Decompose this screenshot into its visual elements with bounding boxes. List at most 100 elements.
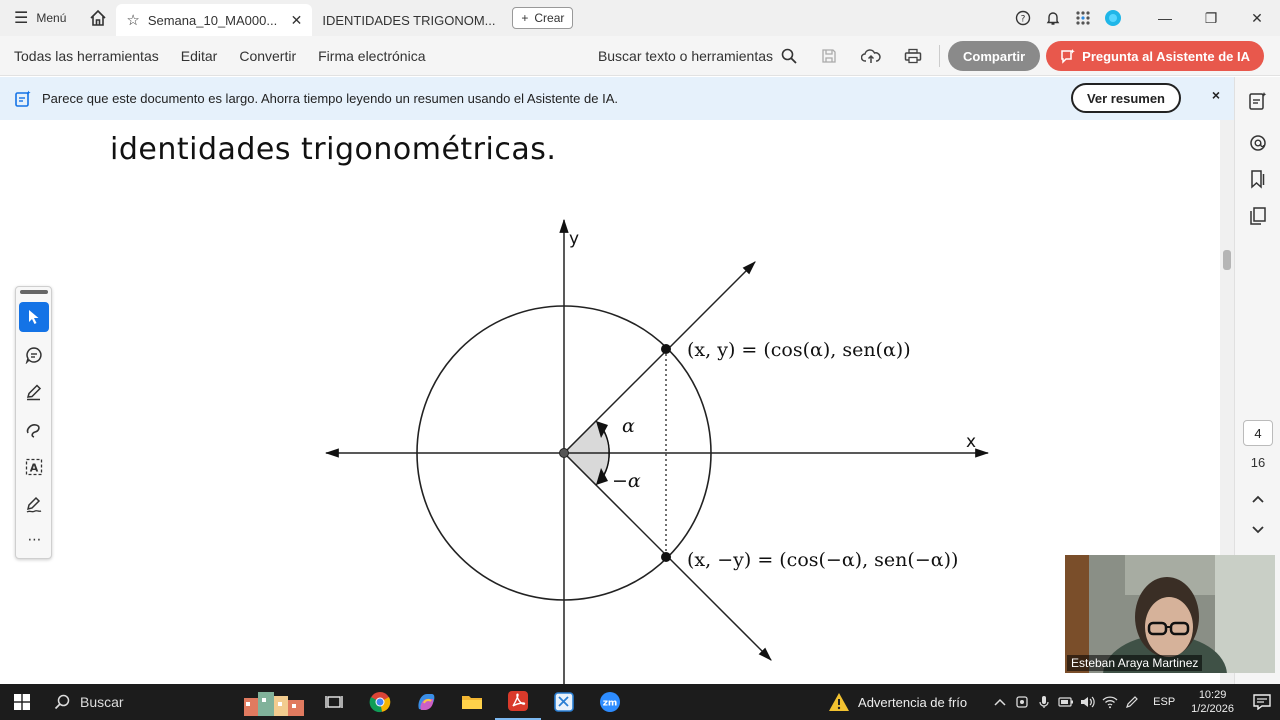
system-clock[interactable]: 10:29 1/2/2026 xyxy=(1191,688,1234,716)
tab-title: IDENTIDADES TRIGONOM... xyxy=(322,12,496,28)
draw-tool-button[interactable] xyxy=(19,415,49,445)
notifications-button[interactable] xyxy=(1244,684,1280,720)
search-tools[interactable]: Buscar texto o herramientas xyxy=(598,48,797,64)
menu-all-tools[interactable]: Todas las herramientas xyxy=(0,48,170,64)
comment-tool-button[interactable] xyxy=(19,340,49,370)
copilot-app[interactable] xyxy=(403,684,449,720)
scrollbar-thumb[interactable] xyxy=(1223,250,1231,270)
view-summary-button[interactable]: Ver resumen xyxy=(1070,83,1181,113)
sign-tool-button[interactable] xyxy=(19,490,49,520)
warning-triangle-icon xyxy=(829,693,850,711)
origin-point xyxy=(559,448,569,458)
tab-document-inactive[interactable]: IDENTIDADES TRIGONOM... xyxy=(312,4,508,36)
menu-e-signature[interactable]: Firma electrónica xyxy=(307,48,436,64)
text-tool-button[interactable]: A xyxy=(19,452,49,482)
print-icon[interactable] xyxy=(895,40,931,72)
ai-assistant-button[interactable]: Pregunta al Asistente de IA xyxy=(1046,41,1264,71)
comment-add-icon xyxy=(25,347,42,364)
total-pages: 16 xyxy=(1250,455,1266,470)
close-banner-icon[interactable]: × xyxy=(1212,87,1220,103)
current-page-input[interactable]: 4 xyxy=(1243,420,1273,446)
task-view-icon xyxy=(325,696,343,708)
search-icon xyxy=(54,694,70,710)
bell-icon[interactable] xyxy=(1038,0,1068,36)
zoom-app[interactable]: zm xyxy=(587,684,633,720)
clock-date: 1/2/2026 xyxy=(1191,703,1234,715)
acrobat-app[interactable] xyxy=(495,684,541,720)
close-window-button[interactable]: ✕ xyxy=(1234,0,1280,36)
angle-neg-alpha-label: −α xyxy=(612,470,641,492)
ai-document-icon xyxy=(15,90,31,107)
volume-icon[interactable] xyxy=(1077,684,1099,720)
task-view-app[interactable] xyxy=(311,684,357,720)
cloud-upload-icon[interactable] xyxy=(853,40,889,72)
hamburger-icon: ☰ xyxy=(14,10,29,27)
next-page-chevron-down-icon[interactable] xyxy=(1248,520,1268,540)
snipping-tool-icon xyxy=(554,692,574,712)
profile-avatar-icon[interactable] xyxy=(1098,0,1128,36)
minimize-button[interactable]: — xyxy=(1142,0,1188,36)
highlight-tool-button[interactable] xyxy=(19,377,49,407)
select-tool-button[interactable] xyxy=(19,302,49,332)
taskbar-search[interactable]: Buscar xyxy=(44,684,239,720)
close-tab-icon[interactable]: ✕ xyxy=(291,12,303,29)
document-page[interactable]: identidades trigonométricas. y x α −α (x… xyxy=(0,120,1220,684)
pages-panel-icon[interactable] xyxy=(1248,206,1268,226)
webcam-video-tile[interactable]: Esteban Araya Martinez xyxy=(1065,555,1275,673)
point-upper xyxy=(661,344,671,354)
pen-ink-icon[interactable] xyxy=(1121,684,1143,720)
widgets-app[interactable] xyxy=(239,684,311,720)
zoom-icon: zm xyxy=(600,692,620,712)
notification-center-icon xyxy=(1253,694,1271,710)
taskbar-search-label: Buscar xyxy=(80,694,124,710)
comments-panel-icon[interactable] xyxy=(1248,133,1268,153)
upper-point-label: (x, y) = (cos(α), sen(α)) xyxy=(687,339,911,361)
camera-in-use-icon[interactable] xyxy=(1011,684,1033,720)
windows-logo-icon xyxy=(14,694,30,710)
angle-alpha-label: α xyxy=(622,415,635,437)
snipping-app[interactable] xyxy=(541,684,587,720)
home-button[interactable] xyxy=(80,0,116,36)
more-tools-icon[interactable]: ⋯ xyxy=(16,531,53,548)
home-icon xyxy=(90,9,106,26)
title-bar: ☰ Menú ☆ Semana_10_MA000... ✕ IDENTIDADE… xyxy=(0,0,1280,36)
wifi-icon[interactable] xyxy=(1099,684,1121,720)
town-illustration-icon xyxy=(244,692,304,716)
svg-text:A: A xyxy=(30,462,39,475)
acrobat-icon xyxy=(508,691,528,711)
x-axis-label: x xyxy=(966,432,976,452)
palette-grip[interactable] xyxy=(20,290,48,294)
share-button[interactable]: Compartir xyxy=(948,41,1041,71)
restore-button[interactable]: ❐ xyxy=(1188,0,1234,36)
svg-text:?: ? xyxy=(1021,15,1026,25)
tab-document-active[interactable]: ☆ Semana_10_MA000... ✕ xyxy=(116,4,313,36)
chrome-icon xyxy=(369,692,391,713)
create-button[interactable]: + Crear xyxy=(512,7,574,29)
y-axis-label: y xyxy=(569,229,579,249)
ai-summary-panel-icon[interactable] xyxy=(1248,91,1268,111)
svg-text:zm: zm xyxy=(603,699,618,709)
star-icon[interactable]: ☆ xyxy=(126,11,139,29)
help-icon[interactable]: ? xyxy=(1008,0,1038,36)
microphone-icon[interactable] xyxy=(1033,684,1055,720)
windows-taskbar: Buscar zm Advertencia de frío ESP 10:29 … xyxy=(0,684,1280,720)
point-lower xyxy=(661,552,671,562)
freehand-draw-icon xyxy=(26,424,40,438)
chevron-up-icon[interactable] xyxy=(989,684,1011,720)
tab-title: Semana_10_MA000... xyxy=(147,12,278,28)
menu-button[interactable]: ☰ Menú xyxy=(0,0,80,36)
weather-label: Advertencia de frío xyxy=(858,694,968,710)
menu-label: Menú xyxy=(36,11,67,25)
file-explorer-app[interactable] xyxy=(449,684,495,720)
bookmarks-panel-icon[interactable] xyxy=(1248,169,1268,189)
battery-icon[interactable] xyxy=(1055,684,1077,720)
previous-page-chevron-up-icon[interactable] xyxy=(1248,489,1268,509)
menu-edit[interactable]: Editar xyxy=(170,48,229,64)
weather-widget[interactable]: Advertencia de frío xyxy=(828,692,967,712)
apps-grid-icon[interactable] xyxy=(1068,0,1098,36)
save-icon[interactable] xyxy=(811,40,847,72)
chrome-app[interactable] xyxy=(357,684,403,720)
start-button[interactable] xyxy=(0,684,44,720)
input-language[interactable]: ESP xyxy=(1153,696,1175,708)
menu-convert[interactable]: Convertir xyxy=(228,48,307,64)
